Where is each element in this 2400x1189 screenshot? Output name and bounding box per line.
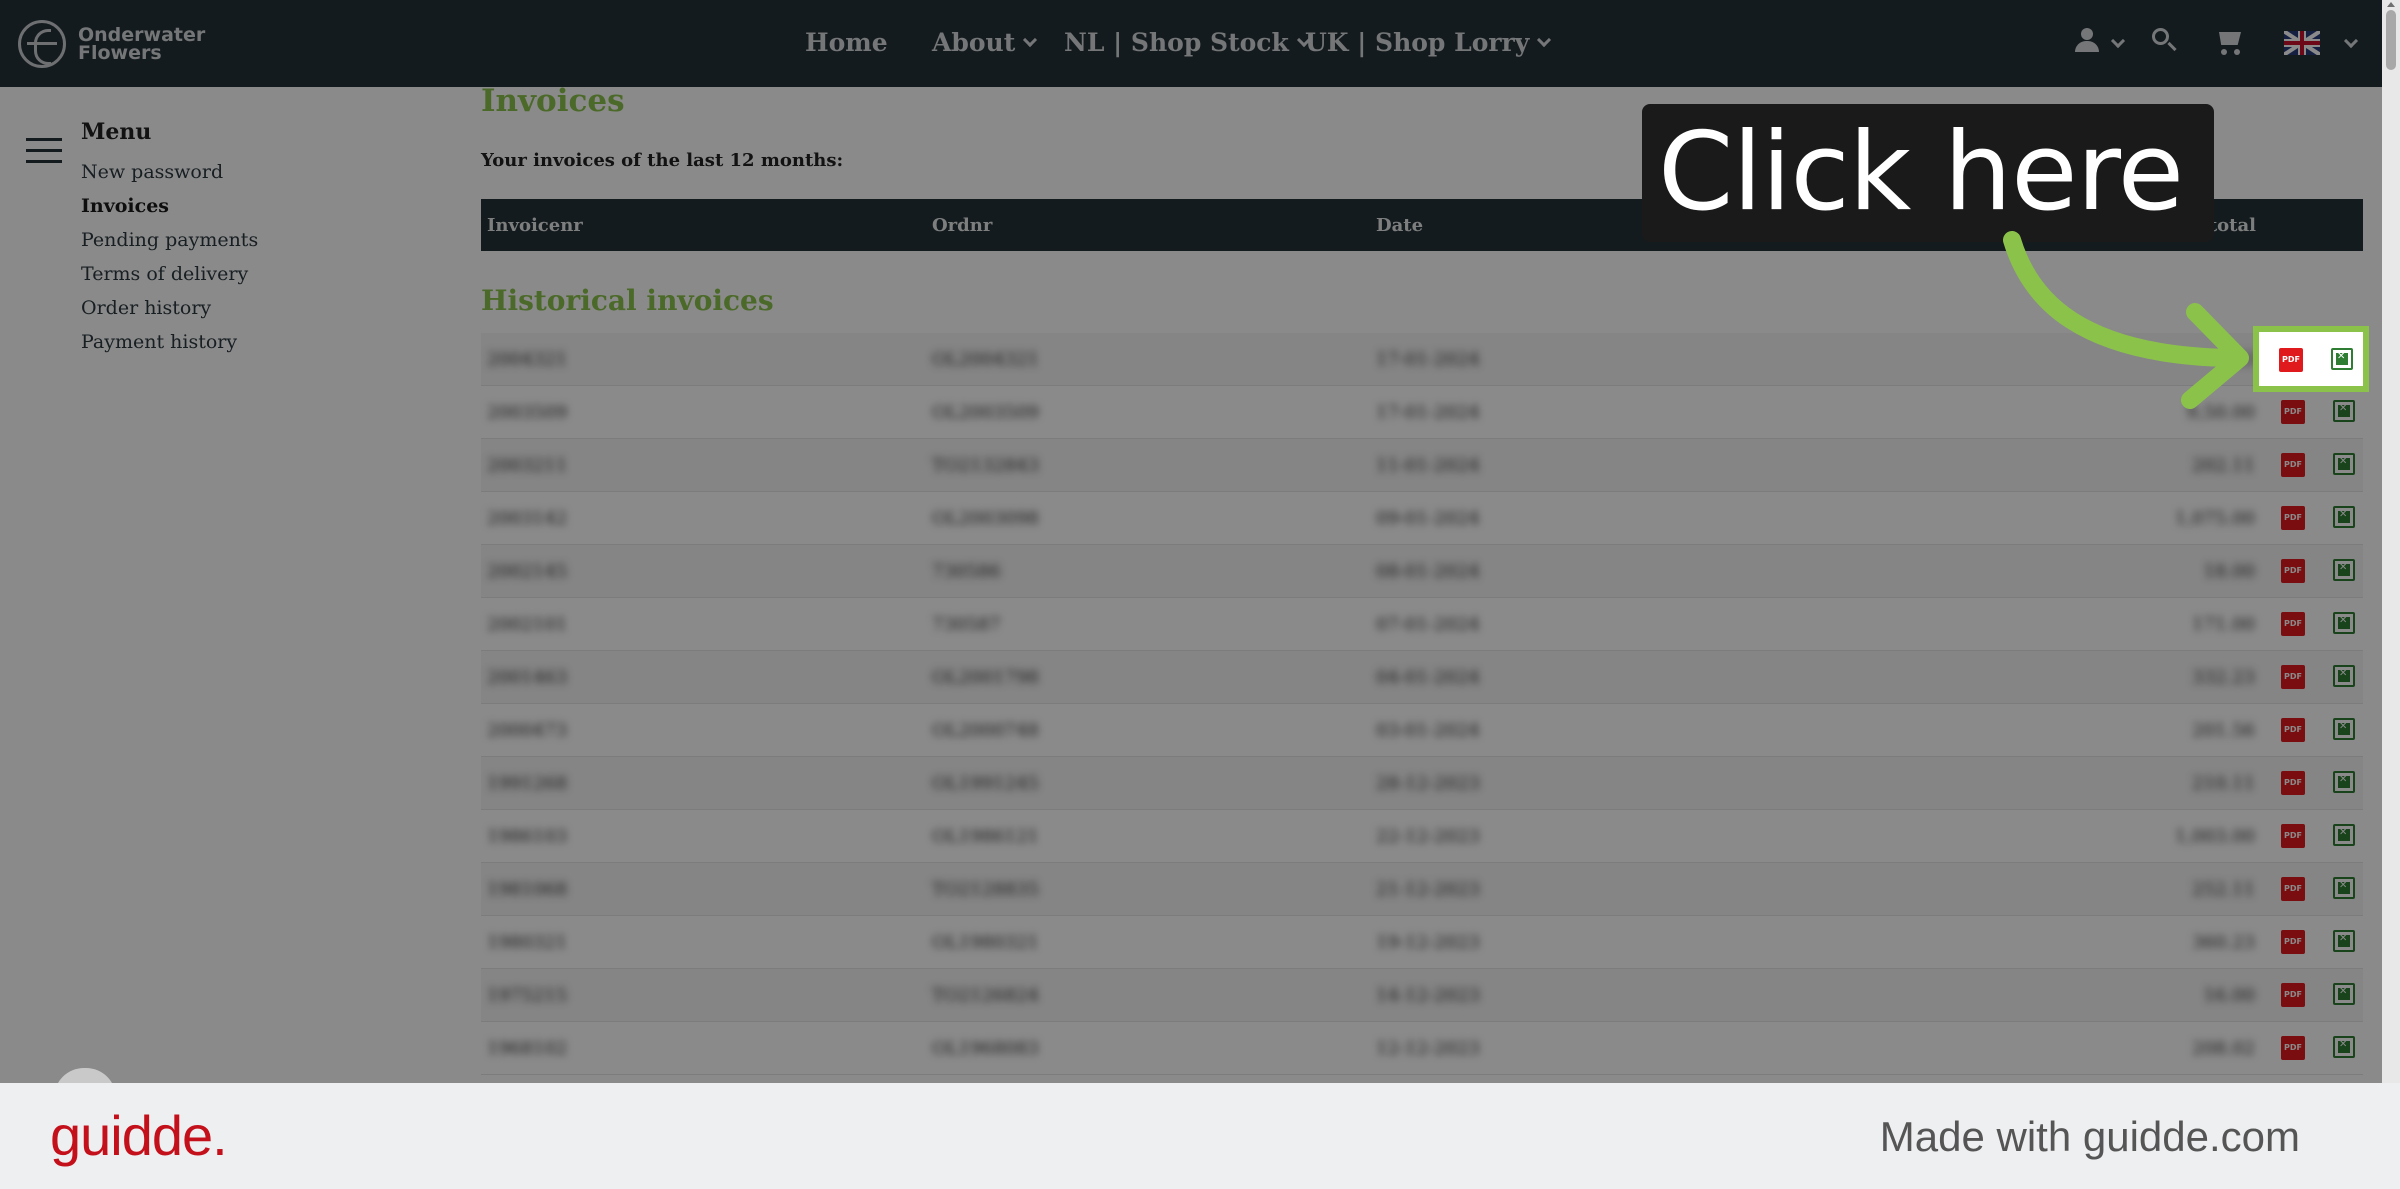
made-with-text: Made with guidde.com xyxy=(1879,1113,2300,1160)
callout-arrow-icon xyxy=(2003,231,2249,409)
guidde-logo: guidde. xyxy=(50,1104,228,1167)
guidde-footer: guidde. Made with guidde.com xyxy=(0,1083,2400,1189)
